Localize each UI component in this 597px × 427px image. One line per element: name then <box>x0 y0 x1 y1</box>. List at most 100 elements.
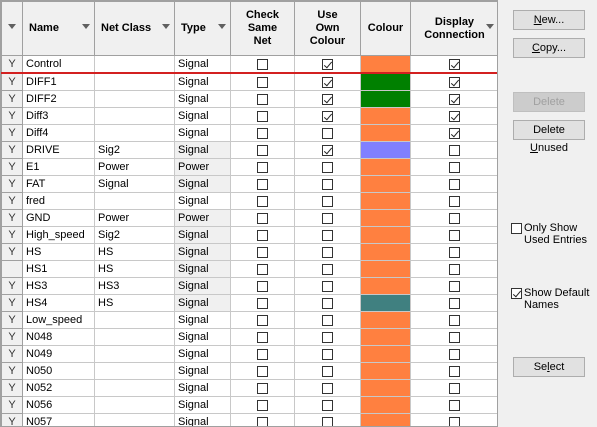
check-same-net-cell[interactable] <box>230 192 295 210</box>
use-own-colour-cell[interactable] <box>294 413 361 426</box>
colour-swatch[interactable] <box>361 125 410 141</box>
colour-swatch[interactable] <box>361 142 410 158</box>
use-own-colour-checkbox[interactable] <box>322 195 333 207</box>
colour-swatch[interactable] <box>361 346 410 362</box>
display-connection-checkbox[interactable] <box>449 280 460 292</box>
colour-swatch[interactable] <box>361 261 410 277</box>
table-row[interactable]: Y Low_speed Signal <box>1 311 497 329</box>
display-connection-cell[interactable] <box>410 413 497 426</box>
use-own-colour-checkbox[interactable] <box>322 399 333 411</box>
display-connection-checkbox[interactable] <box>449 382 460 394</box>
use-own-colour-checkbox[interactable] <box>322 110 333 122</box>
table-row[interactable]: Y DIFF2 Signal <box>1 90 497 108</box>
net-type[interactable]: Signal <box>174 55 231 74</box>
colour-swatch[interactable] <box>361 159 410 175</box>
display-connection-checkbox[interactable] <box>449 229 460 241</box>
show-default-names-checkbox[interactable]: Show Default Names <box>511 287 589 311</box>
use-own-colour-cell[interactable] <box>294 226 361 244</box>
use-own-colour-cell[interactable] <box>294 328 361 346</box>
colour-cell[interactable] <box>360 55 411 74</box>
net-class[interactable] <box>94 328 175 346</box>
net-type[interactable]: Signal <box>174 396 231 414</box>
colour-cell[interactable] <box>360 413 411 426</box>
check-same-net-cell[interactable] <box>230 141 295 159</box>
net-class[interactable]: HS <box>94 243 175 261</box>
table-row[interactable]: Y N057 Signal <box>1 413 497 426</box>
row-flag[interactable]: Y <box>1 294 23 312</box>
row-flag[interactable] <box>1 260 23 278</box>
display-connection-cell[interactable] <box>410 345 497 363</box>
use-own-colour-checkbox[interactable] <box>322 161 333 173</box>
net-class[interactable]: HS3 <box>94 277 175 295</box>
colour-cell[interactable] <box>360 243 411 261</box>
row-flag[interactable]: Y <box>1 192 23 210</box>
row-flag[interactable]: Y <box>1 107 23 125</box>
check-same-net-checkbox[interactable] <box>257 399 268 411</box>
use-own-colour-checkbox[interactable] <box>322 212 333 224</box>
colour-cell[interactable] <box>360 379 411 397</box>
row-flag[interactable]: Y <box>1 72 23 91</box>
net-class[interactable] <box>94 413 175 426</box>
row-flag[interactable]: Y <box>1 243 23 261</box>
select-button[interactable]: Select <box>513 357 585 377</box>
table-row[interactable]: Y GND Power Power <box>1 209 497 227</box>
check-same-net-cell[interactable] <box>230 379 295 397</box>
colour-cell[interactable] <box>360 260 411 278</box>
use-own-colour-cell[interactable] <box>294 55 361 74</box>
row-flag[interactable]: Y <box>1 413 23 426</box>
display-connection-checkbox[interactable] <box>449 110 460 122</box>
colour-swatch[interactable] <box>361 380 410 396</box>
net-type[interactable]: Signal <box>174 141 231 159</box>
check-same-net-cell[interactable] <box>230 243 295 261</box>
net-type[interactable]: Signal <box>174 311 231 329</box>
check-same-net-checkbox[interactable] <box>257 212 268 224</box>
net-type[interactable]: Signal <box>174 328 231 346</box>
check-same-net-checkbox[interactable] <box>257 127 268 139</box>
table-row[interactable]: Y DIFF1 Signal <box>1 72 497 91</box>
colour-cell[interactable] <box>360 345 411 363</box>
row-flag[interactable]: Y <box>1 55 23 74</box>
check-same-net-checkbox[interactable] <box>257 76 268 88</box>
net-class[interactable]: Sig2 <box>94 141 175 159</box>
net-name[interactable]: DIFF1 <box>22 72 95 91</box>
net-name[interactable]: Low_speed <box>22 311 95 329</box>
net-name[interactable]: Diff3 <box>22 107 95 125</box>
display-connection-checkbox[interactable] <box>449 297 460 309</box>
table-row[interactable]: Y Control Signal <box>1 55 497 74</box>
table-row[interactable]: Y N048 Signal <box>1 328 497 346</box>
use-own-colour-checkbox[interactable] <box>322 58 333 70</box>
colour-swatch[interactable] <box>361 414 410 426</box>
net-class[interactable]: Sig2 <box>94 226 175 244</box>
net-name[interactable]: N052 <box>22 379 95 397</box>
check-same-net-checkbox[interactable] <box>257 178 268 190</box>
use-own-colour-checkbox[interactable] <box>322 246 333 258</box>
check-same-net-checkbox[interactable] <box>257 331 268 343</box>
check-same-net-cell[interactable] <box>230 396 295 414</box>
check-same-net-checkbox[interactable] <box>257 110 268 122</box>
use-own-colour-checkbox[interactable] <box>322 280 333 292</box>
header-use-own-colour[interactable]: Use Own Colour <box>294 1 361 56</box>
only-show-used-entries-box[interactable] <box>511 223 522 234</box>
net-class[interactable] <box>94 379 175 397</box>
net-class[interactable] <box>94 55 175 74</box>
colour-swatch[interactable] <box>361 176 410 192</box>
colour-cell[interactable] <box>360 277 411 295</box>
table-row[interactable]: Y HS3 HS3 Signal <box>1 277 497 295</box>
net-class[interactable]: Signal <box>94 175 175 193</box>
table-row[interactable]: Y N052 Signal <box>1 379 497 397</box>
copy-button[interactable]: Copy... <box>513 38 585 58</box>
use-own-colour-cell[interactable] <box>294 243 361 261</box>
only-show-used-entries-checkbox[interactable]: Only Show Used Entries <box>511 222 587 246</box>
display-connection-checkbox[interactable] <box>449 399 460 411</box>
table-row[interactable]: Y N056 Signal <box>1 396 497 414</box>
use-own-colour-checkbox[interactable] <box>322 314 333 326</box>
table-row[interactable]: Y E1 Power Power <box>1 158 497 176</box>
net-name[interactable]: E1 <box>22 158 95 176</box>
net-type[interactable]: Power <box>174 158 231 176</box>
display-connection-cell[interactable] <box>410 124 497 142</box>
chevron-down-icon[interactable] <box>486 24 494 29</box>
check-same-net-checkbox[interactable] <box>257 382 268 394</box>
use-own-colour-cell[interactable] <box>294 90 361 108</box>
chevron-down-icon[interactable] <box>218 24 226 29</box>
nets-grid[interactable]: Name Net Class Type Check Same Net Use Own C… <box>0 0 498 427</box>
